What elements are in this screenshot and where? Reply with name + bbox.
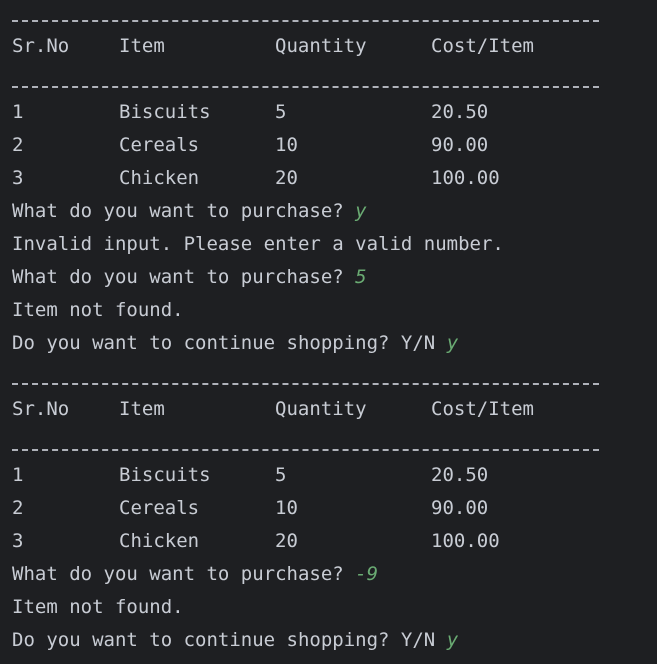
header-cost: Cost/Item [431,35,534,57]
table-row: 2 Cereals 10 90.00 [12,492,488,525]
prompt-text: Do you want to continue shopping? Y/N [12,629,447,651]
cell-quantity: 5 [275,464,287,486]
message-line: Item not found. [12,294,184,327]
header-sr-no: Sr.No [12,35,70,57]
cell-item: Chicken [119,530,200,552]
table-row: 3 Chicken 20 100.00 [12,525,500,558]
user-input: y [446,629,459,651]
user-input: 5 [355,266,367,288]
prompt-text: What do you want to purchase? [12,266,356,288]
cell-item: Cereals [119,497,200,519]
cell-sr-no: 3 [12,530,24,552]
table-header: Sr.No Item Quantity Cost/Item [12,30,534,63]
cell-quantity: 10 [275,134,298,156]
header-quantity: Quantity [275,35,367,57]
prompt-text: What do you want to purchase? [12,563,356,585]
user-input: y [355,200,367,222]
message-text: Item not found. [12,596,184,618]
prompt-text: Do you want to continue shopping? Y/N [12,332,447,354]
separator-line [12,20,599,22]
cell-quantity: 20 [275,167,298,189]
prompt-line: What do you want to purchase? 5 [12,261,367,294]
user-input: -9 [355,563,379,585]
prompt-line: What do you want to purchase? y [12,195,367,228]
message-line: Invalid input. Please enter a valid numb… [12,228,504,261]
header-cost: Cost/Item [431,398,534,420]
header-item: Item [119,35,165,57]
table-row: 1 Biscuits 5 20.50 [12,96,488,129]
header-quantity: Quantity [275,398,367,420]
table-row: 1 Biscuits 5 20.50 [12,459,488,492]
cell-sr-no: 3 [12,167,24,189]
cell-sr-no: 1 [12,101,24,123]
prompt-line: Do you want to continue shopping? Y/N y [12,327,458,360]
console-output: Sr.No Item Quantity Cost/Item 1 Biscuits… [0,0,657,664]
separator-line [12,383,599,385]
cell-item: Chicken [119,167,200,189]
cell-item: Biscuits [119,464,211,486]
table-header: Sr.No Item Quantity Cost/Item [12,393,534,426]
cell-sr-no: 2 [12,497,24,519]
cell-sr-no: 1 [12,464,24,486]
cell-item: Biscuits [119,101,211,123]
cell-quantity: 20 [275,530,298,552]
cell-cost: 90.00 [431,497,489,519]
prompt-line: Do you want to continue shopping? Y/N y [12,624,458,657]
cell-cost: 100.00 [431,530,500,552]
cell-cost: 20.50 [431,464,489,486]
separator-line [12,86,599,88]
user-input: y [446,332,459,354]
message-text: Invalid input. Please enter a valid numb… [12,233,504,255]
prompt-line: What do you want to purchase? -9 [12,558,378,591]
cell-item: Cereals [119,134,200,156]
cell-quantity: 5 [275,101,287,123]
cell-cost: 90.00 [431,134,489,156]
cell-quantity: 10 [275,497,298,519]
message-line: Item not found. [12,591,184,624]
message-text: Item not found. [12,299,184,321]
prompt-text: What do you want to purchase? [12,200,356,222]
cell-cost: 100.00 [431,167,500,189]
header-sr-no: Sr.No [12,398,70,420]
table-row: 2 Cereals 10 90.00 [12,129,488,162]
cell-sr-no: 2 [12,134,24,156]
cell-cost: 20.50 [431,101,489,123]
separator-line [12,449,599,451]
header-item: Item [119,398,165,420]
table-row: 3 Chicken 20 100.00 [12,162,500,195]
